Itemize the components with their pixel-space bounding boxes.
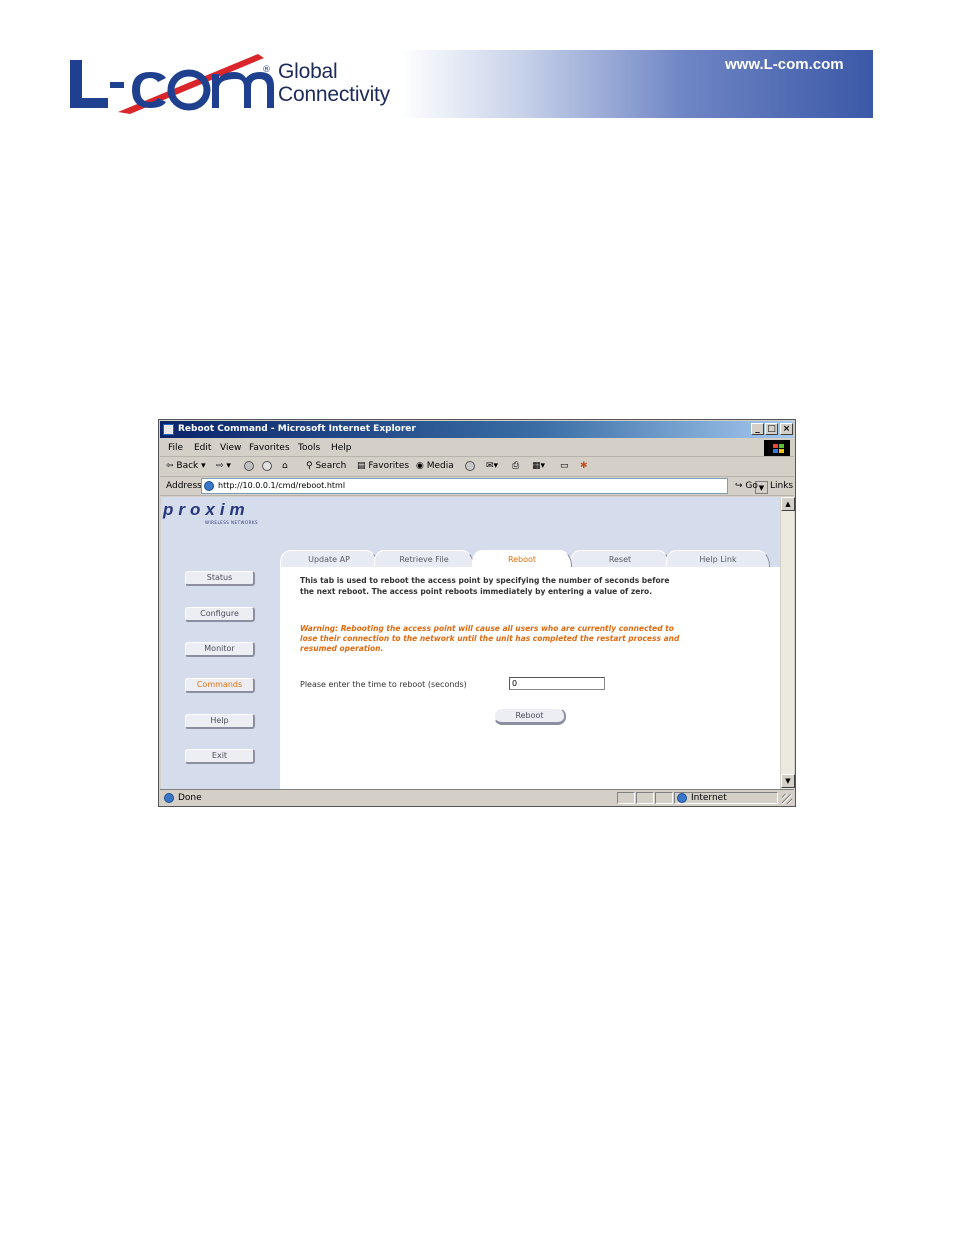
tab-reboot[interactable]: Reboot (472, 550, 572, 568)
reboot-panel: This tab is used to reboot the access po… (280, 567, 780, 789)
nav-monitor[interactable]: Monitor (185, 642, 255, 657)
status-panel (655, 792, 673, 804)
links-button[interactable]: Links (770, 481, 793, 491)
favorites-icon: ▤ (357, 461, 366, 471)
menu-edit[interactable]: Edit (194, 443, 211, 453)
scroll-up-icon[interactable]: ▲ (781, 497, 795, 511)
history-icon[interactable] (465, 461, 477, 473)
menu-help[interactable]: Help (331, 443, 352, 453)
reboot-button[interactable]: Reboot (494, 708, 566, 725)
page-viewport: proxim WIRELESS NETWORKS Status Configur… (161, 497, 780, 789)
nav-configure[interactable]: Configure (185, 607, 255, 622)
search-icon: ⚲ (306, 461, 313, 471)
tagline-line2: Connectivity (278, 83, 390, 106)
status-text: Done (178, 793, 202, 803)
maximize-button[interactable]: □ (765, 423, 778, 435)
messenger-icon[interactable]: ✱ (580, 461, 588, 471)
menu-bar: File Edit View Favorites Tools Help (160, 439, 794, 457)
favorites-button[interactable]: ▤ Favorites (357, 461, 409, 471)
vertical-scrollbar[interactable]: ▲ ▼ (780, 497, 795, 789)
nav-help[interactable]: Help (185, 714, 255, 729)
page-header: proxim WIRELESS NETWORKS (161, 497, 780, 550)
ie-icon (163, 424, 174, 435)
close-button[interactable]: × (780, 423, 793, 435)
mail-icon[interactable]: ✉▾ (486, 461, 498, 471)
tab-update-ap[interactable]: Update AP (280, 550, 378, 567)
tagline-line1: Global (278, 60, 338, 83)
go-label: Go (745, 481, 758, 491)
menu-file[interactable]: File (168, 443, 183, 453)
page-done-icon (164, 793, 174, 803)
media-button[interactable]: ◉ Media (416, 461, 454, 471)
address-input[interactable]: http://10.0.0.1/cmd/reboot.html ▼ (201, 478, 768, 494)
back-arrow-icon: ⇦ (166, 461, 177, 471)
proxim-subtitle: WIRELESS NETWORKS (205, 520, 259, 525)
go-button[interactable]: ↪ Go (735, 481, 758, 491)
search-button[interactable]: ⚲ Search (306, 461, 346, 471)
tab-reset[interactable]: Reset (570, 550, 670, 567)
standard-toolbar: ⇦ Back ▾ ⇨ ▾ ⌂ ⚲ Search ▤ Favorites ◉ Me… (160, 458, 794, 477)
proxim-wordmark: proxim (163, 500, 250, 519)
windows-logo-icon (764, 440, 790, 456)
browser-window: Reboot Command - Microsoft Internet Expl… (158, 419, 796, 807)
forward-button[interactable]: ⇨ ▾ (216, 461, 231, 471)
nav-exit[interactable]: Exit (185, 749, 255, 764)
minimize-button[interactable]: _ (751, 423, 764, 435)
back-label: Back (176, 461, 199, 471)
back-button[interactable]: ⇦ Back ▾ (166, 461, 206, 471)
status-panel (617, 792, 635, 804)
page-icon (204, 481, 214, 491)
menu-view[interactable]: View (220, 443, 241, 453)
search-label: Search (315, 461, 347, 471)
home-icon[interactable]: ⌂ (282, 461, 288, 471)
svg-text:®: ® (262, 65, 271, 75)
menu-tools[interactable]: Tools (298, 443, 320, 453)
command-tabs: Update AP Retrieve File Reset Help Link … (280, 550, 780, 568)
address-url: http://10.0.0.1/cmd/reboot.html (218, 481, 346, 490)
media-icon: ◉ (416, 461, 424, 471)
forward-arrow-icon: ⇨ ▾ (216, 461, 231, 471)
title-bar[interactable]: Reboot Command - Microsoft Internet Expl… (160, 421, 794, 438)
address-bar: Address http://10.0.0.1/cmd/reboot.html … (160, 477, 794, 496)
tab-help-link[interactable]: Help Link (666, 550, 770, 567)
refresh-icon[interactable] (262, 461, 274, 473)
print-icon[interactable]: ⎙ (512, 461, 519, 471)
media-label: Media (426, 461, 454, 471)
address-label: Address (166, 481, 202, 491)
brand-url[interactable]: www.L-com.com (725, 56, 844, 73)
window-title: Reboot Command - Microsoft Internet Expl… (178, 424, 416, 434)
status-panel (636, 792, 654, 804)
edit-icon[interactable]: ▦▾ (532, 461, 545, 471)
proxim-logo: proxim WIRELESS NETWORKS (163, 500, 293, 530)
menu-favorites[interactable]: Favorites (249, 443, 290, 453)
tab-retrieve-file[interactable]: Retrieve File (374, 550, 474, 567)
scroll-down-icon[interactable]: ▼ (781, 774, 795, 788)
zone-text: Internet (691, 793, 727, 803)
reboot-time-input[interactable]: 0 (509, 677, 605, 690)
nav-commands[interactable]: Commands (185, 678, 255, 693)
lcom-banner: ® Global Connectivity www.L-com.com (0, 48, 873, 118)
internet-zone-icon (677, 793, 687, 803)
stop-icon[interactable] (244, 461, 256, 473)
reboot-description: This tab is used to reboot the access po… (300, 576, 670, 596)
reboot-time-label: Please enter the time to reboot (seconds… (300, 680, 467, 689)
status-bar: Done Internet (160, 789, 794, 805)
favorites-label: Favorites (368, 461, 410, 471)
reboot-warning: Warning: Rebooting the access point will… (300, 624, 680, 653)
nav-status[interactable]: Status (185, 571, 255, 586)
resize-grip-icon[interactable] (782, 794, 792, 804)
discuss-icon[interactable]: ▭ (560, 461, 569, 471)
side-nav: Status Configure Monitor Commands Help E… (161, 550, 280, 789)
go-arrow-icon: ↪ (735, 481, 743, 491)
brand-tagline: Global Connectivity (278, 60, 390, 106)
